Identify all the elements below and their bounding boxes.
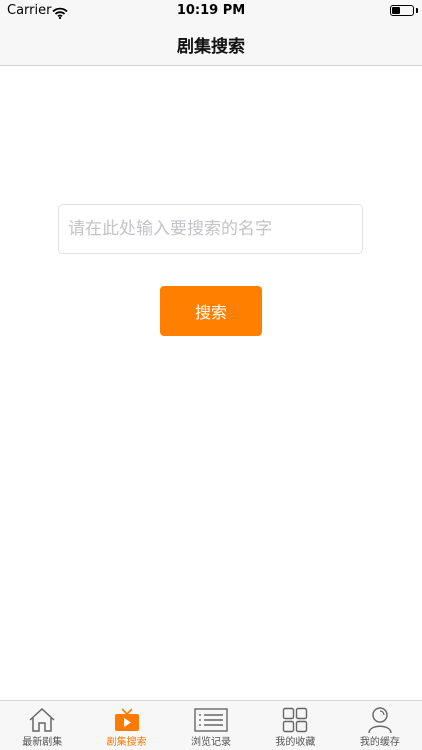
person-icon — [367, 706, 393, 734]
search-button[interactable]: 搜索 — [160, 286, 262, 336]
grid-icon — [282, 706, 308, 734]
home-icon — [28, 706, 56, 734]
tab-label: 剧集搜索 — [106, 737, 147, 748]
tab-label: 浏览记录 — [191, 737, 232, 748]
tab-my-cache[interactable]: 我的缓存 — [338, 701, 422, 750]
tab-label: 最新剧集 — [22, 737, 63, 748]
tab-latest-episodes[interactable]: 最新剧集 — [0, 701, 84, 750]
tab-label: 我的收藏 — [275, 737, 316, 748]
page-title: 剧集搜索 — [177, 37, 245, 57]
tab-episode-search[interactable]: 剧集搜索 — [84, 701, 168, 750]
tab-bar: 最新剧集 剧集搜索 浏览记录 我的收藏 我的缓存 — [0, 700, 422, 750]
battery-icon — [390, 5, 414, 16]
status-bar: Carrier 10:19 PM — [0, 0, 422, 22]
tv-play-icon — [113, 706, 141, 734]
battery-cap — [416, 8, 418, 13]
navigation-bar: 剧集搜索 — [0, 22, 422, 66]
list-icon — [194, 706, 228, 734]
tab-browse-history[interactable]: 浏览记录 — [169, 701, 253, 750]
tab-my-favorites[interactable]: 我的收藏 — [253, 701, 337, 750]
clock: 10:19 PM — [176, 3, 246, 18]
search-input[interactable] — [58, 204, 363, 254]
tab-label: 我的缓存 — [359, 737, 400, 748]
